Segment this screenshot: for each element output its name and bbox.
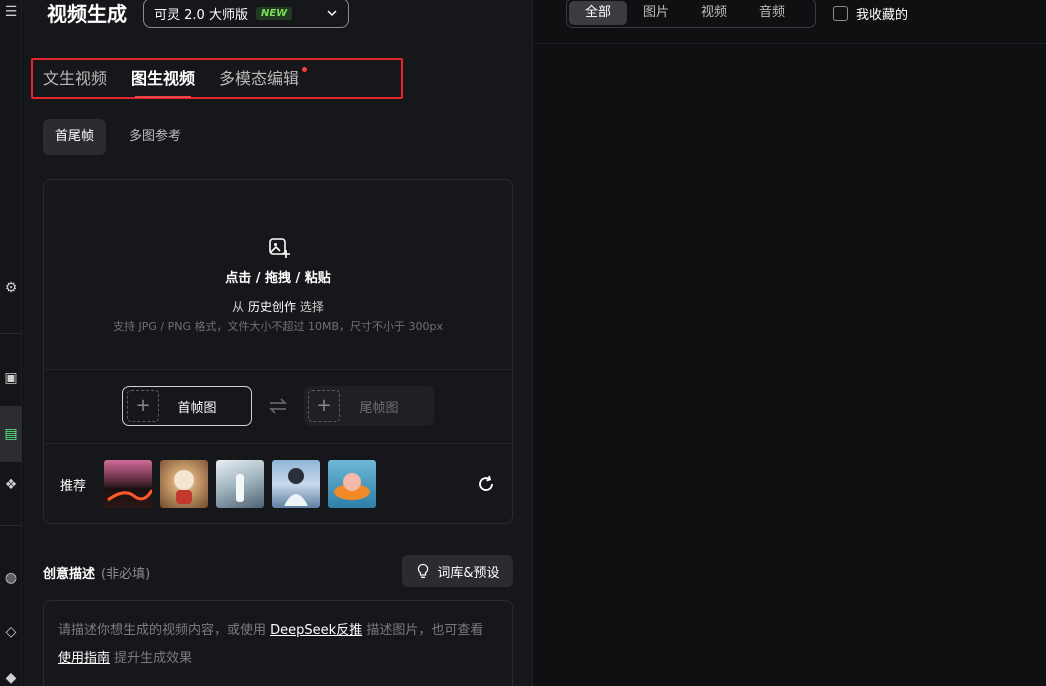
lightbulb-icon bbox=[418, 563, 429, 578]
history-line: 从 历史创作 选择 bbox=[44, 298, 512, 315]
tab-image-to-video[interactable]: 图生视频 bbox=[131, 68, 196, 98]
lava-stream-shape bbox=[107, 489, 152, 502]
description-title-text: 创意描述 bbox=[43, 567, 96, 582]
menu-icon[interactable]: ☰ bbox=[0, 2, 22, 22]
model-select[interactable]: 可灵 2.0 大师版 NEW bbox=[143, 0, 349, 28]
new-badge: NEW bbox=[255, 6, 293, 20]
rail-divider bbox=[0, 333, 22, 334]
swap-icon[interactable] bbox=[268, 398, 288, 414]
upload-card: 点击 / 拖拽 / 粘贴 从 历史创作 选择 支持 JPG / PNG 格式，文… bbox=[43, 179, 513, 524]
snowy-figure-thumb[interactable] bbox=[216, 460, 264, 508]
filter-all[interactable]: 全部 bbox=[569, 1, 628, 25]
first-frame-button[interactable]: + 首帧图 bbox=[122, 386, 252, 426]
plus-icon: + bbox=[127, 390, 159, 422]
upload-dropzone[interactable]: 点击 / 拖拽 / 粘贴 从 历史创作 选择 支持 JPG / PNG 格式，文… bbox=[44, 180, 512, 370]
prompt-text-3: 提升生成效果 bbox=[114, 651, 193, 666]
history-link[interactable]: 历史创作 bbox=[248, 300, 296, 314]
filter-audio[interactable]: 音频 bbox=[743, 1, 801, 25]
image-icon[interactable]: ▣ bbox=[0, 368, 22, 388]
filter-segment: 全部 图片 视频 音频 bbox=[566, 0, 816, 28]
prompt-text-2: 描述图片，也可查看 bbox=[366, 623, 484, 638]
pig-shape bbox=[334, 473, 370, 500]
fluffy-animal-thumb[interactable] bbox=[160, 460, 208, 508]
animal-shape bbox=[174, 470, 194, 504]
subtab-first-last-frame[interactable]: 首尾帧 bbox=[43, 119, 107, 155]
generation-panel: 视频生成 可灵 2.0 大师版 NEW 文生视频 图生视频 多模态编辑 首尾帧 … bbox=[23, 0, 533, 686]
lexicon-preset-button[interactable]: 词库&预设 bbox=[402, 555, 513, 587]
favorites-filter[interactable]: 我收藏的 bbox=[833, 4, 908, 23]
deepseek-link[interactable]: DeepSeek反推 bbox=[270, 623, 362, 638]
left-rail: ☰ ⚙ ▣ ▤ ❖ ◍ ◇ ◆ bbox=[0, 0, 22, 686]
chevron-down-icon bbox=[327, 10, 337, 17]
results-area: 全部 图片 视频 音频 我收藏的 bbox=[534, 0, 1046, 686]
pig-float-thumb[interactable] bbox=[328, 460, 376, 508]
last-frame-label: 尾帧图 bbox=[359, 400, 399, 416]
filter-image[interactable]: 图片 bbox=[627, 1, 685, 25]
add-image-icon bbox=[269, 238, 290, 258]
favorites-checkbox[interactable] bbox=[833, 6, 848, 21]
results-toolbar: 全部 图片 视频 音频 我收藏的 bbox=[534, 0, 1046, 44]
first-frame-label: 首帧图 bbox=[177, 400, 217, 416]
plus-icon: + bbox=[308, 390, 340, 422]
prompt-text-1: 请描述你想生成的视频内容，或使用 bbox=[58, 623, 267, 638]
guide-link[interactable]: 使用指南 bbox=[58, 651, 110, 666]
optional-note: (非必填) bbox=[101, 567, 151, 582]
rail-icon-4[interactable]: ◍ bbox=[0, 568, 22, 588]
tab-multimodal-edit[interactable]: 多模态编辑 bbox=[219, 67, 308, 90]
tab-label: 多模态编辑 bbox=[219, 69, 300, 88]
filter-video[interactable]: 视频 bbox=[685, 1, 743, 25]
recommend-row: 推荐 bbox=[44, 444, 512, 524]
history-prefix: 从 bbox=[232, 300, 245, 314]
rail-icon-5[interactable]: ◇ bbox=[0, 622, 22, 642]
video-icon[interactable]: ▤ bbox=[0, 424, 22, 444]
subtab-multi-image-ref[interactable]: 多图参考 bbox=[117, 119, 193, 155]
upload-hint: 支持 JPG / PNG 格式，文件大小不超过 10MB，尺寸不小于 300px bbox=[113, 320, 443, 333]
mode-tabs: 文生视频 图生视频 多模态编辑 bbox=[31, 58, 403, 99]
character-shape bbox=[284, 468, 308, 506]
upload-main-text: 点击 / 拖拽 / 粘贴 bbox=[225, 271, 331, 286]
rail-icon-1[interactable]: ⚙ bbox=[0, 278, 22, 298]
tab-label: 图生视频 bbox=[131, 69, 196, 88]
tab-text-to-video[interactable]: 文生视频 bbox=[43, 68, 107, 90]
frame-row: + 首帧图 + 尾帧图 bbox=[44, 370, 512, 444]
prompt-textarea[interactable]: 请描述你想生成的视频内容，或使用 DeepSeek反推 描述图片，也可查看 使用… bbox=[43, 600, 513, 686]
favorites-label: 我收藏的 bbox=[856, 8, 909, 23]
active-tab-underline bbox=[135, 96, 192, 98]
anime-character-thumb[interactable] bbox=[272, 460, 320, 508]
lava-landscape-thumb[interactable] bbox=[104, 460, 152, 508]
recommend-label: 推荐 bbox=[60, 479, 87, 494]
rail-icon-3[interactable]: ❖ bbox=[0, 475, 22, 495]
lexicon-label: 词库&预设 bbox=[437, 565, 500, 581]
rail-divider bbox=[0, 525, 22, 526]
page-title: 视频生成 bbox=[47, 2, 127, 26]
figure-shape bbox=[236, 474, 244, 502]
tab-label: 文生视频 bbox=[43, 69, 108, 88]
model-name: 可灵 2.0 大师版 bbox=[154, 7, 248, 23]
rail-icon-6[interactable]: ◆ bbox=[0, 668, 22, 686]
description-title: 创意描述 (非必填) bbox=[43, 563, 150, 582]
refresh-icon[interactable] bbox=[477, 475, 495, 493]
history-suffix: 选择 bbox=[299, 300, 324, 314]
new-dot bbox=[302, 67, 308, 72]
last-frame-button[interactable]: + 尾帧图 bbox=[304, 386, 434, 426]
